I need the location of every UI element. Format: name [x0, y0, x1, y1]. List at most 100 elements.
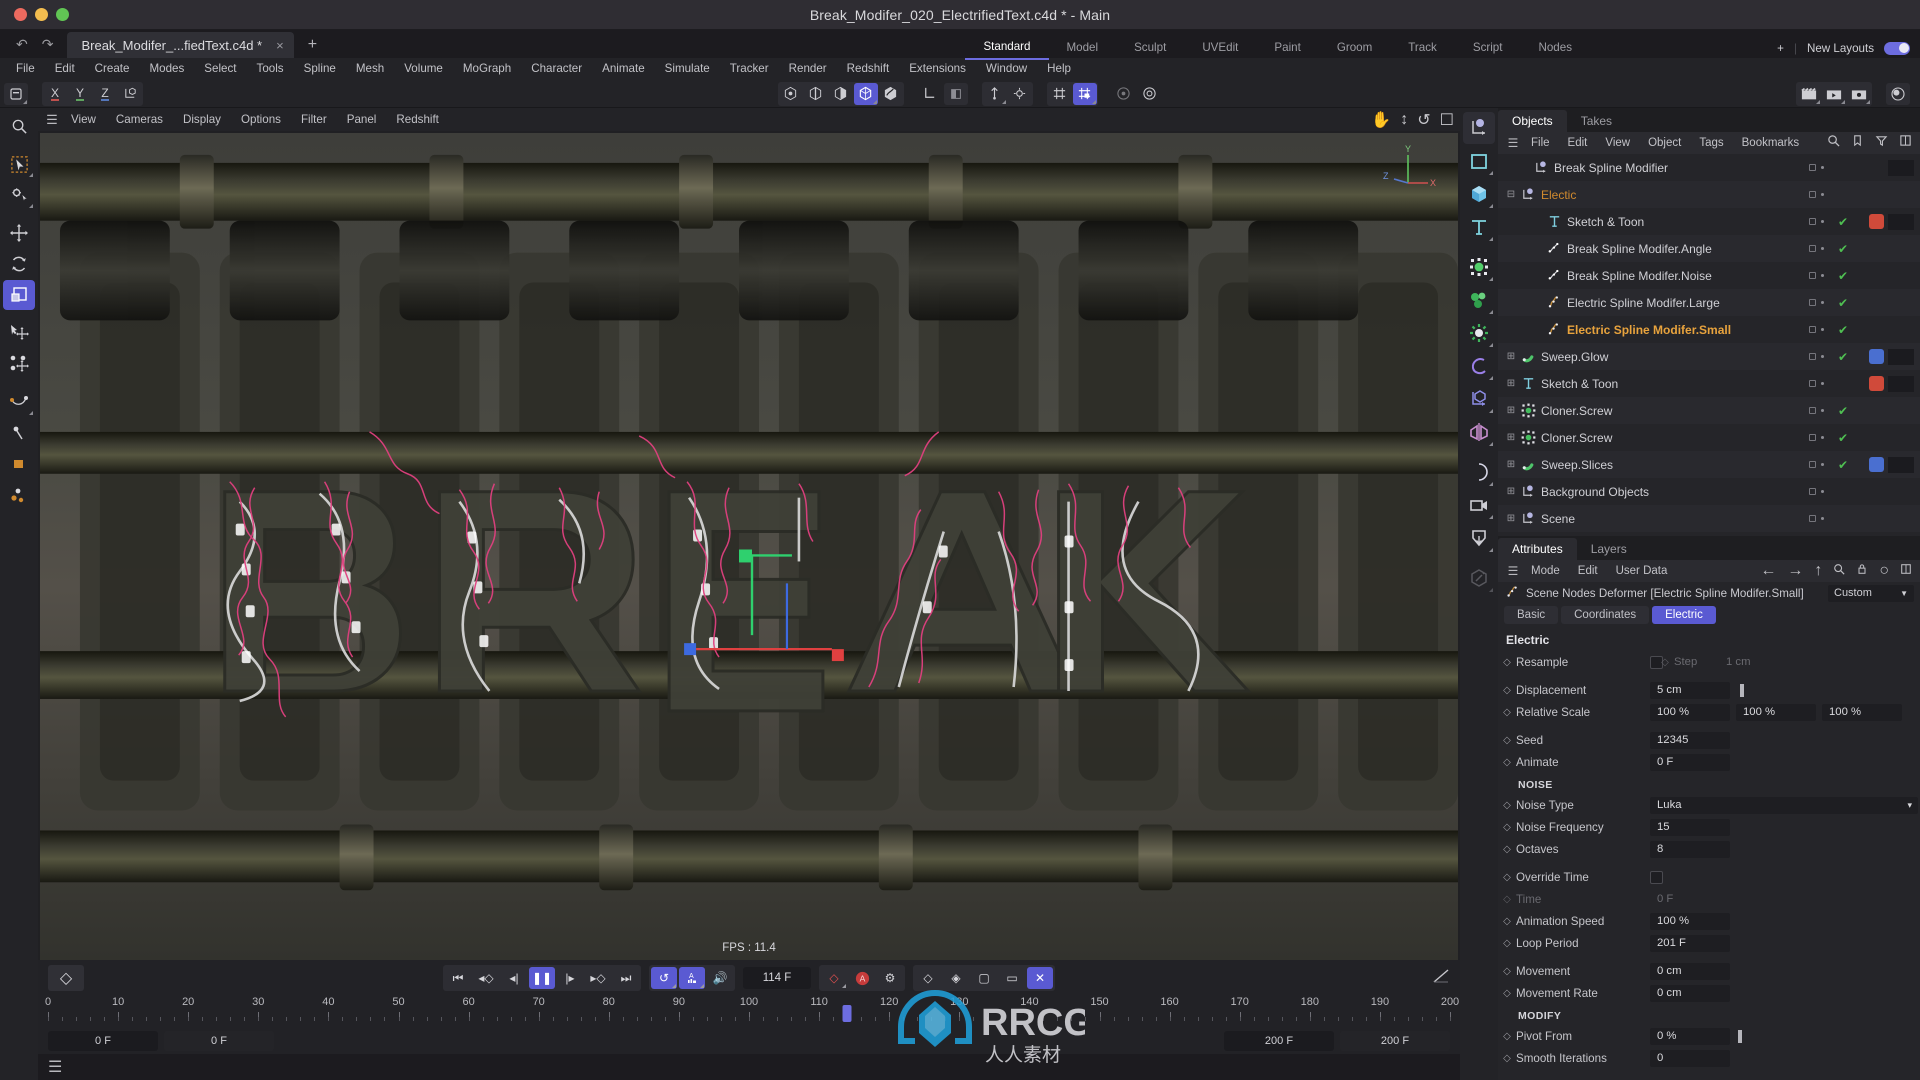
objects-panel-tools[interactable] — [1827, 134, 1912, 152]
object-manager-rail-icon[interactable] — [1463, 112, 1495, 144]
rotate-tool-icon[interactable] — [3, 249, 35, 279]
expand-toggle-icon[interactable]: ⊞ — [1504, 432, 1518, 443]
playback-option-buttons[interactable]: ↺ A 🔊 — [649, 965, 735, 991]
attribute-value-field[interactable]: 100 % — [1650, 912, 1730, 930]
attributes-panel-menubar[interactable]: ☰ Mode Edit User Data ← → ↑ ○ — [1498, 560, 1920, 582]
spline-arc-icon[interactable] — [3, 480, 35, 510]
menu-item-volume[interactable]: Volume — [394, 58, 453, 80]
object-row[interactable]: ⊞ Cloner.Screw ✔ — [1498, 397, 1920, 424]
attributes-panel-tools[interactable]: ← → ↑ ○ — [1760, 562, 1912, 580]
workplane-lock-icon[interactable] — [943, 82, 968, 105]
record-keyframe-icon[interactable]: ◇ — [821, 967, 847, 989]
layout-tab-standard[interactable]: Standard — [965, 36, 1049, 60]
quantize-lock-icon[interactable] — [1072, 82, 1097, 105]
viewport-menu-view[interactable]: View — [61, 113, 106, 126]
current-frame-field[interactable]: 114 F — [743, 967, 811, 989]
scale-key-icon[interactable]: ▢ — [971, 967, 997, 989]
forward-arrow-icon[interactable]: → — [1787, 562, 1803, 580]
camera-icon[interactable] — [1463, 489, 1495, 521]
menu-item-help[interactable]: Help — [1037, 58, 1081, 80]
slider-knob[interactable] — [1740, 683, 1744, 697]
attributes-menu-edit[interactable]: Edit — [1569, 565, 1607, 577]
layout-tab-model[interactable]: Model — [1049, 37, 1117, 59]
attributes-menu-hamburger-icon[interactable]: ☰ — [1504, 564, 1522, 578]
attribute-value-field[interactable]: 5 cm — [1650, 681, 1730, 699]
render-to-picture-viewer-button[interactable] — [1822, 83, 1846, 105]
layout-tab-sculpt[interactable]: Sculpt — [1116, 37, 1184, 59]
attribute-value-field[interactable]: 0 cm — [1650, 962, 1730, 980]
redo-icon[interactable]: ↷ — [42, 36, 54, 53]
snap-icon[interactable] — [983, 83, 1007, 105]
expand-toggle-icon[interactable]: ⊞ — [1504, 378, 1518, 389]
go-to-end-button[interactable]: ⏭ — [613, 967, 639, 989]
visibility-dots[interactable] — [1809, 380, 1824, 387]
lock-icon[interactable] — [1856, 562, 1868, 580]
material-tag-icon[interactable] — [1869, 457, 1884, 472]
vector-component[interactable]: 100 % — [1736, 703, 1816, 721]
texture-mode-icon[interactable] — [879, 83, 903, 105]
world-object-axis-icon[interactable] — [118, 83, 142, 105]
enabled-check-icon[interactable]: ✔ — [1838, 323, 1848, 337]
render-group[interactable] — [1796, 81, 1872, 106]
undo-redo-group[interactable]: ↶ ↷ — [0, 36, 67, 58]
object-row[interactable]: ⊞ Scene — [1498, 505, 1920, 532]
material-manager-icon[interactable] — [1886, 82, 1910, 105]
attributes-menu-user-data[interactable]: User Data — [1607, 565, 1677, 577]
panel-tab-attributes[interactable]: Attributes — [1498, 538, 1577, 560]
object-row[interactable]: ⊞ Cloner.Screw ✔ — [1498, 424, 1920, 451]
move-polygon-icon[interactable] — [3, 349, 35, 379]
expand-toggle-icon[interactable]: ⊞ — [1504, 405, 1518, 416]
layout-tab-paint[interactable]: Paint — [1256, 37, 1318, 59]
maximize-viewport-icon[interactable]: ☐ — [1440, 110, 1454, 130]
layer-color-swatch[interactable] — [1888, 456, 1914, 473]
autokeying-icon[interactable]: A — [849, 967, 875, 989]
animate-track-icon[interactable]: ◇ — [1498, 988, 1516, 999]
animate-track-icon[interactable]: ◇ — [1498, 822, 1516, 833]
attribute-slider[interactable] — [1736, 1028, 1912, 1045]
mograph-effector-icon[interactable] — [1463, 284, 1495, 316]
viewport-menu-redshift[interactable]: Redshift — [386, 113, 449, 126]
text-primitive-icon[interactable] — [1463, 211, 1495, 243]
layout-tab-script[interactable]: Script — [1455, 37, 1521, 59]
layout-controls[interactable]: + | New Layouts — [1777, 37, 1910, 59]
range-start-field[interactable]: 0 F — [48, 1031, 158, 1051]
attributes-menu-items[interactable]: Mode Edit User Data — [1522, 565, 1676, 577]
menu-item-mesh[interactable]: Mesh — [346, 58, 394, 80]
timeline-curve-icon[interactable] — [1432, 967, 1450, 990]
document-tab[interactable]: Break_Modifer_...fiedText.c4d * × — [67, 32, 294, 58]
attribute-value-field[interactable]: 12345 — [1650, 731, 1730, 749]
range-end-field[interactable]: 200 F — [1224, 1031, 1334, 1051]
viewport-menu-filter[interactable]: Filter — [291, 113, 337, 126]
layer-color-swatch[interactable] — [1888, 375, 1914, 392]
spline-pen-icon[interactable] — [3, 387, 35, 417]
animate-track-icon[interactable]: ◇ — [1498, 800, 1516, 811]
back-arrow-icon[interactable]: ← — [1760, 562, 1776, 580]
rotation-key-icon[interactable]: ◈ — [943, 967, 969, 989]
render-region-icon[interactable] — [1138, 83, 1162, 105]
visibility-dots[interactable] — [1809, 461, 1824, 468]
next-frame-button[interactable]: |▸ — [557, 967, 583, 989]
filter-icon[interactable] — [1875, 134, 1888, 152]
play-pause-button[interactable]: ❚❚ — [529, 967, 555, 989]
new-layouts-label[interactable]: New Layouts — [1807, 42, 1874, 55]
visibility-dots[interactable] — [1809, 191, 1824, 198]
menu-item-create[interactable]: Create — [85, 58, 140, 80]
search-icon[interactable] — [3, 111, 35, 141]
param-key-icon[interactable]: ▭ — [999, 967, 1025, 989]
axis-lock-group[interactable]: X Y Z — [42, 81, 143, 106]
expand-toggle-icon[interactable]: ⊟ — [1504, 189, 1518, 200]
sketch-toon-tag-icon[interactable] — [1869, 376, 1884, 391]
attribute-dropdown[interactable]: Luka ▾ — [1650, 796, 1918, 814]
environment-icon[interactable] — [1463, 522, 1495, 554]
enabled-check-icon[interactable]: ✔ — [1838, 296, 1848, 310]
animate-track-icon[interactable]: ◇ — [1498, 1031, 1516, 1042]
polygon-mode-icon[interactable] — [829, 83, 853, 105]
main-menu-items[interactable]: File Edit Create Modes Select Tools Spline Mesh… — [0, 58, 1081, 80]
layout-tab-uvedit[interactable]: UVEdit — [1184, 37, 1256, 59]
visibility-dots[interactable] — [1809, 164, 1824, 171]
object-row[interactable]: Electric Spline Modifer.Large ✔ — [1498, 289, 1920, 316]
scale-tool-icon[interactable] — [3, 280, 35, 310]
object-row[interactable]: ⊞ Sketch & Toon — [1498, 370, 1920, 397]
pin-icon[interactable]: ○ — [1879, 562, 1889, 580]
vector-component[interactable]: 100 % — [1822, 703, 1902, 721]
